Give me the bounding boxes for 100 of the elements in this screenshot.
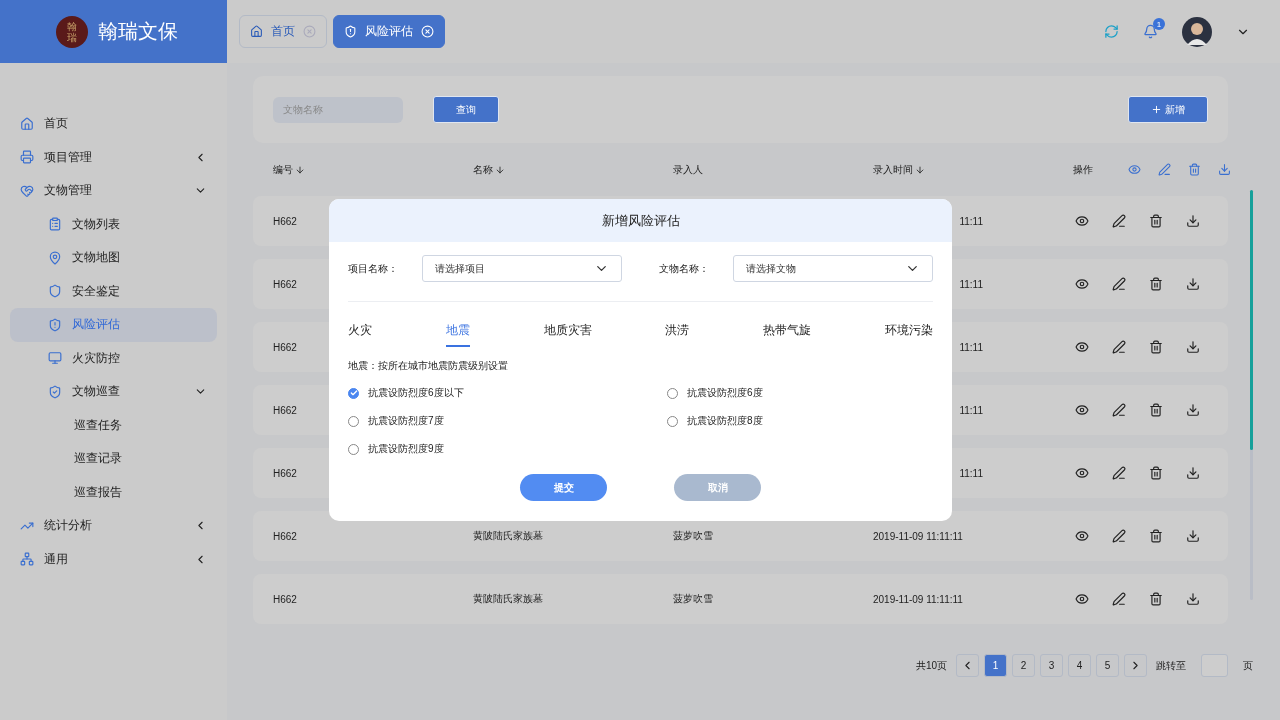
table-cell-text: 11:11 — [958, 404, 983, 416]
table-cell-text: H662 — [273, 404, 298, 416]
pen-icon[interactable] — [1112, 592, 1126, 606]
sort-arrow-icon[interactable] — [495, 164, 505, 175]
table-cell-text: 11:11 — [958, 278, 983, 290]
sidebar-item[interactable]: 首页 — [10, 107, 217, 141]
home-icon — [20, 116, 34, 131]
radio-button[interactable] — [348, 415, 359, 427]
download-icon[interactable] — [1186, 466, 1200, 480]
trash-icon[interactable] — [1149, 277, 1163, 291]
hazard-tab[interactable]: 热带气旋 — [763, 322, 812, 347]
page-button[interactable]: 4 — [1068, 654, 1091, 677]
search-field[interactable]: 文物名称 — [273, 96, 403, 123]
page-tab[interactable]: 首页 — [239, 15, 327, 48]
page-input[interactable] — [1201, 654, 1228, 677]
trash-icon[interactable] — [1149, 592, 1163, 606]
trash-icon[interactable] — [1149, 466, 1163, 480]
hazard-tab[interactable]: 地震 — [445, 322, 470, 347]
page-button[interactable]: 1 — [984, 654, 1007, 677]
pen-icon[interactable] — [1112, 403, 1126, 417]
sidebar-item[interactable]: 文物列表 — [10, 207, 217, 241]
page-button[interactable]: 5 — [1096, 654, 1119, 677]
sidebar-item[interactable]: 通用 — [10, 542, 217, 576]
dialog-title: 新增风险评估 — [601, 211, 680, 230]
download-icon[interactable] — [1186, 403, 1200, 417]
page-button[interactable]: 2 — [1012, 654, 1035, 677]
clipboard-icon — [48, 217, 62, 232]
sort-arrow-icon[interactable] — [295, 164, 305, 175]
add-button[interactable]: 新增 — [1128, 96, 1208, 123]
select-field[interactable]: 请选择文物 — [733, 255, 933, 282]
hazard-tab[interactable]: 火灾 — [348, 322, 372, 347]
table-cell-text: H662 — [273, 215, 298, 227]
eye-icon[interactable] — [1075, 529, 1089, 543]
sidebar-item[interactable]: 项目管理 — [10, 140, 217, 174]
logo-seal: 翰瑞 — [56, 15, 88, 48]
download-icon[interactable] — [1186, 214, 1200, 228]
pen-icon[interactable] — [1112, 214, 1126, 228]
download-icon[interactable] — [1186, 592, 1200, 606]
heart-hands-icon — [20, 183, 34, 198]
sidebar-item[interactable]: 巡查记录 — [10, 442, 217, 476]
shield-icon — [344, 25, 357, 38]
page-tab[interactable]: 风险评估 — [333, 15, 445, 48]
radio-button[interactable] — [348, 387, 359, 399]
sidebar-item[interactable]: 巡查任务 — [10, 408, 217, 442]
table-cell-text: 菠萝吹雪 — [673, 529, 714, 543]
plus-icon — [1151, 104, 1162, 115]
avatar[interactable] — [1182, 16, 1212, 47]
radio-button[interactable] — [667, 387, 678, 399]
column-header[interactable]: 录入时间 — [873, 162, 913, 177]
bell-icon[interactable] — [1143, 24, 1158, 39]
home-icon — [250, 25, 263, 38]
query-button[interactable]: 查询 — [433, 96, 499, 123]
option-label: 抗震设防烈度6度 — [687, 386, 763, 400]
table-cell-text: 11:11 — [958, 215, 983, 227]
eye-icon[interactable] — [1075, 340, 1089, 354]
page-total: 共10页 — [915, 658, 947, 673]
eye-icon[interactable] — [1075, 592, 1089, 606]
pen-icon[interactable] — [1112, 529, 1126, 543]
eye-icon[interactable] — [1075, 403, 1089, 417]
map-pin-icon — [48, 250, 62, 265]
column-header[interactable]: 编号 — [273, 162, 293, 177]
hazard-tab[interactable]: 洪涝 — [665, 322, 690, 347]
radio-button[interactable] — [348, 443, 359, 455]
table-cell-text: H662 — [273, 530, 298, 542]
sidebar-item[interactable]: 文物巡查 — [10, 375, 217, 409]
eye-icon[interactable] — [1075, 277, 1089, 291]
eye-icon[interactable] — [1075, 214, 1089, 228]
sidebar-item[interactable]: 统计分析 — [10, 509, 217, 543]
sort-arrow-icon[interactable] — [915, 164, 925, 175]
scrollbar[interactable] — [1250, 190, 1253, 600]
jump-label: 跳转至 — [1156, 658, 1186, 673]
network-icon — [20, 552, 34, 567]
trash-icon[interactable] — [1149, 340, 1163, 354]
trash-icon[interactable] — [1149, 403, 1163, 417]
download-icon[interactable] — [1186, 529, 1200, 543]
pen-icon[interactable] — [1112, 277, 1126, 291]
sidebar-item[interactable]: 文物管理 — [10, 174, 217, 208]
hazard-tab[interactable]: 环境污染 — [885, 322, 933, 347]
trash-icon[interactable] — [1149, 214, 1163, 228]
note-text: 地震：按所在城市地震防震级别设置 — [348, 359, 509, 373]
prev-page-button[interactable] — [956, 654, 979, 677]
radio-button[interactable] — [667, 415, 678, 427]
next-page-button[interactable] — [1124, 654, 1147, 677]
hazard-tab[interactable]: 地质灾害 — [543, 322, 592, 347]
table-cell-text: 2019-11-09 11:11:11 — [873, 530, 964, 542]
download-icon[interactable] — [1186, 277, 1200, 291]
trash-icon[interactable] — [1149, 529, 1163, 543]
table-cell-text: 11:11 — [958, 341, 983, 353]
sidebar-item[interactable]: 巡查报告 — [10, 475, 217, 509]
printer-icon — [20, 150, 34, 165]
download-icon[interactable] — [1186, 340, 1200, 354]
sidebar-item[interactable]: 安全鉴定 — [10, 274, 217, 308]
sidebar-item[interactable]: 火灾防控 — [10, 341, 217, 375]
eye-icon[interactable] — [1075, 466, 1089, 480]
pen-icon[interactable] — [1112, 340, 1126, 354]
pen-icon[interactable] — [1112, 466, 1126, 480]
page-button[interactable]: 3 — [1040, 654, 1063, 677]
column-header[interactable]: 名称 — [473, 162, 493, 177]
select-field[interactable]: 请选择项目 — [422, 255, 622, 282]
sidebar-item[interactable]: 文物地图 — [10, 241, 217, 275]
